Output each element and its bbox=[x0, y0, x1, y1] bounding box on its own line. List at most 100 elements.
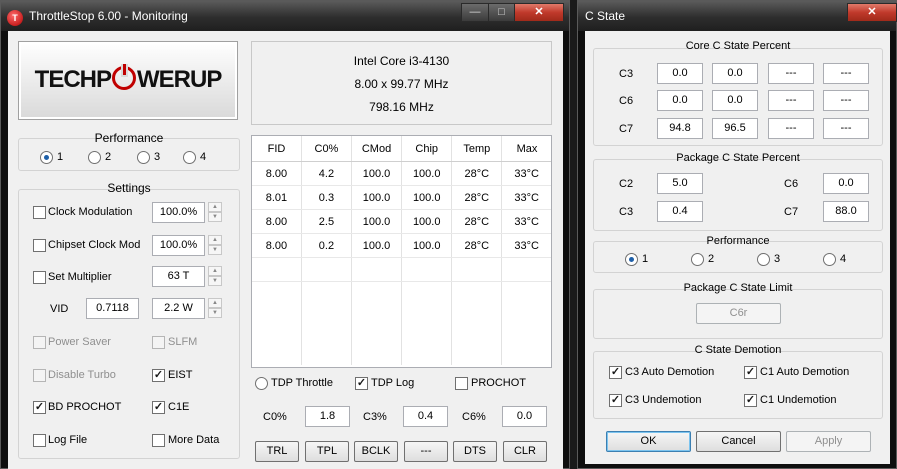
core-c6-value: 0.0 bbox=[712, 90, 758, 111]
cancel-button[interactable]: Cancel bbox=[696, 431, 781, 452]
core-c6-label: C6 bbox=[619, 95, 634, 107]
cell-c0: 0.2 bbox=[301, 233, 352, 258]
cell-fid: 8.01 bbox=[252, 185, 302, 210]
bd-prochot-checkbox[interactable]: ✓ bbox=[33, 401, 46, 414]
cell-c0: 0.3 bbox=[301, 185, 352, 210]
performance-radio-2-label: 2 bbox=[105, 151, 112, 163]
package-cstate-title: Package C State Percent bbox=[676, 152, 800, 164]
cstate-performance-radio-1-label: 1 bbox=[642, 253, 649, 265]
cstate-performance-radio-1[interactable] bbox=[625, 253, 638, 266]
performance-radio-4[interactable] bbox=[183, 151, 196, 164]
cell-temp: 28°C bbox=[451, 161, 503, 186]
performance-title: Performance bbox=[94, 131, 164, 145]
power-saver-checkbox[interactable] bbox=[33, 336, 46, 349]
table-row-empty bbox=[252, 281, 551, 365]
package-c2-label: C2 bbox=[619, 178, 634, 190]
dts-button[interactable]: DTS bbox=[453, 441, 497, 462]
chipset-clock-mod-checkbox[interactable] bbox=[33, 239, 46, 252]
ok-button[interactable]: OK bbox=[606, 431, 691, 452]
cell-max: 33°C bbox=[501, 209, 551, 234]
cstate-performance-radio-2[interactable] bbox=[691, 253, 704, 266]
clock-modulation-checkbox[interactable] bbox=[33, 206, 46, 219]
package-c2-value: 5.0 bbox=[657, 173, 703, 194]
cpu-info-panel: Intel Core i3-4130 8.00 x 99.77 MHz 798.… bbox=[251, 41, 552, 125]
table-row: 8.00 4.2 100.0 100.0 28°C 33°C bbox=[252, 161, 551, 186]
maximize-button[interactable]: □ bbox=[488, 3, 515, 22]
main-titlebar[interactable]: T ThrottleStop 6.00 - Monitoring — □ ✕ bbox=[1, 1, 569, 31]
cell-chip: 100.0 bbox=[401, 209, 453, 234]
column-header: Max bbox=[501, 136, 551, 162]
core-c6-value: --- bbox=[768, 90, 814, 111]
unused-button[interactable]: --- bbox=[404, 441, 448, 462]
performance-radio-1-label: 1 bbox=[57, 151, 64, 163]
set-multiplier-spinner[interactable]: ▲ ▼ bbox=[208, 266, 222, 287]
table-header-row: FID C0% CMod Chip Temp Max bbox=[252, 136, 551, 162]
c3-auto-demotion-label: C3 Auto Demotion bbox=[625, 366, 715, 378]
slfm-checkbox[interactable] bbox=[152, 336, 165, 349]
disable-turbo-checkbox[interactable] bbox=[33, 369, 46, 382]
close-button[interactable]: ✕ bbox=[514, 3, 564, 22]
set-multiplier-value[interactable]: 63 T bbox=[152, 266, 205, 287]
clr-button[interactable]: CLR bbox=[503, 441, 547, 462]
prochot-label: PROCHOT bbox=[471, 377, 526, 389]
performance-radio-3[interactable] bbox=[137, 151, 150, 164]
c6-summary-value: 0.0 bbox=[502, 406, 547, 427]
c3-undemotion-checkbox[interactable]: ✓ bbox=[609, 394, 622, 407]
main-window-title: ThrottleStop 6.00 - Monitoring bbox=[29, 9, 188, 23]
c3-undemotion-label: C3 Undemotion bbox=[625, 394, 702, 406]
tpl-button[interactable]: TPL bbox=[305, 441, 349, 462]
chipset-clock-mod-spinner[interactable]: ▲ ▼ bbox=[208, 235, 222, 256]
c3-auto-demotion-checkbox[interactable]: ✓ bbox=[609, 366, 622, 379]
apply-button[interactable]: Apply bbox=[786, 431, 871, 452]
cstate-titlebar[interactable]: C State ✕ bbox=[578, 1, 897, 31]
monitoring-grid: FID C0% CMod Chip Temp Max 8.00 4.2 100.… bbox=[252, 136, 551, 365]
cstate-performance-radio-3[interactable] bbox=[757, 253, 770, 266]
package-c6-value: 0.0 bbox=[823, 173, 869, 194]
chipset-clock-mod-value[interactable]: 100.0% bbox=[152, 235, 205, 256]
core-c3-label: C3 bbox=[619, 68, 634, 80]
cstate-close-button[interactable]: ✕ bbox=[847, 3, 897, 22]
more-data-label: More Data bbox=[168, 434, 220, 446]
performance-radio-1[interactable] bbox=[40, 151, 53, 164]
cell-temp: 28°C bbox=[451, 233, 503, 258]
logo-text-left: TECHP bbox=[34, 66, 112, 93]
package-limit-title: Package C State Limit bbox=[683, 282, 793, 294]
clock-modulation-value[interactable]: 100.0% bbox=[152, 202, 205, 223]
log-file-checkbox[interactable] bbox=[33, 434, 46, 447]
set-multiplier-label: Set Multiplier bbox=[48, 271, 112, 283]
performance-radio-2[interactable] bbox=[88, 151, 101, 164]
cell-fid: 8.00 bbox=[252, 209, 302, 234]
bclk-button[interactable]: BCLK bbox=[354, 441, 398, 462]
demotion-group bbox=[593, 351, 883, 419]
tdp-log-label: TDP Log bbox=[371, 377, 415, 389]
tdp-throttle-radio[interactable] bbox=[255, 377, 268, 390]
clock-modulation-spinner[interactable]: ▲ ▼ bbox=[208, 202, 222, 223]
core-c6-value: --- bbox=[823, 90, 869, 111]
c1e-checkbox[interactable]: ✓ bbox=[152, 401, 165, 414]
power-watts-spinner[interactable]: ▲ ▼ bbox=[208, 298, 222, 319]
cstate-performance-radio-4[interactable] bbox=[823, 253, 836, 266]
cell-cmod: 100.0 bbox=[351, 185, 403, 210]
trl-button[interactable]: TRL bbox=[255, 441, 299, 462]
cell-c0: 4.2 bbox=[301, 161, 352, 186]
cell-fid: 8.00 bbox=[252, 233, 302, 258]
c1-auto-demotion-checkbox[interactable]: ✓ bbox=[744, 366, 757, 379]
set-multiplier-checkbox[interactable] bbox=[33, 271, 46, 284]
c1-undemotion-checkbox[interactable]: ✓ bbox=[744, 394, 757, 407]
minimize-button[interactable]: — bbox=[461, 3, 489, 22]
cstate-performance-radio-3-label: 3 bbox=[774, 253, 781, 265]
eist-checkbox[interactable]: ✓ bbox=[152, 369, 165, 382]
main-window: T ThrottleStop 6.00 - Monitoring — □ ✕ T… bbox=[0, 0, 570, 469]
vid-label: VID bbox=[50, 303, 69, 315]
settings-title: Settings bbox=[107, 181, 151, 195]
core-c3-value: 0.0 bbox=[657, 63, 703, 84]
cell-cmod: 100.0 bbox=[351, 209, 403, 234]
log-file-label: Log File bbox=[48, 434, 88, 446]
package-c3-label: C3 bbox=[619, 206, 634, 218]
cell-temp: 28°C bbox=[451, 209, 503, 234]
more-data-checkbox[interactable] bbox=[152, 434, 165, 447]
tdp-log-checkbox[interactable]: ✓ bbox=[355, 377, 368, 390]
prochot-checkbox[interactable] bbox=[455, 377, 468, 390]
cell-fid: 8.00 bbox=[252, 161, 302, 186]
package-limit-button[interactable]: C6r bbox=[696, 303, 781, 324]
